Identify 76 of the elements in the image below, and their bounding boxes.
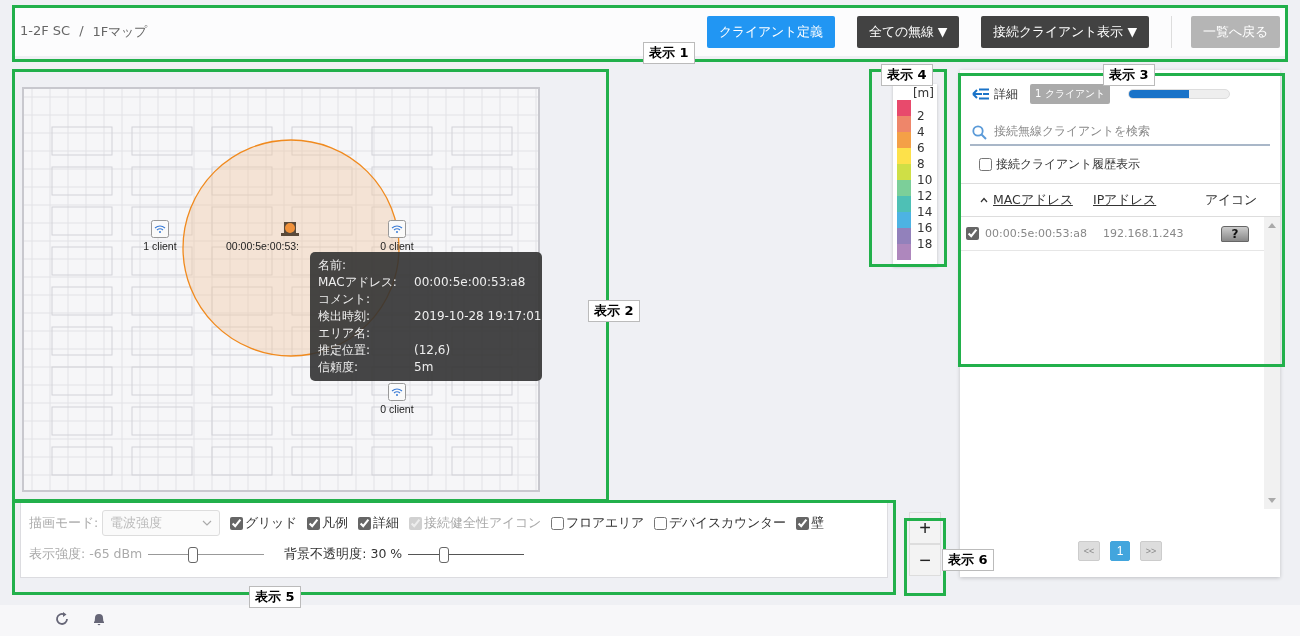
legend-tick: 4 — [917, 124, 926, 140]
legend-tick: 2 — [917, 108, 926, 124]
breadcrumb-separator: / — [79, 23, 84, 40]
legend-tick: 18 — [917, 236, 933, 252]
collapse-arrow-icon — [972, 88, 990, 100]
access-point-icon[interactable] — [151, 220, 169, 238]
tooltip-label: 信頼度: — [318, 359, 360, 376]
breadcrumb-item[interactable]: 1-2F SC — [20, 23, 71, 41]
client-label: 00:00:5e:00:53: — [226, 240, 299, 252]
bell-icon[interactable] — [92, 611, 106, 627]
checkbox[interactable] — [654, 516, 668, 530]
legend-tick: 14 — [917, 204, 933, 220]
checkbox[interactable] — [230, 516, 244, 530]
slider-label: 背景不透明度: 30 % — [284, 546, 403, 563]
tooltip-value: (12,6) — [414, 342, 451, 359]
tooltip-label: 名前: — [318, 257, 348, 274]
annotation-label: 表示 1 — [643, 42, 695, 64]
access-point-icon[interactable] — [388, 220, 406, 238]
checkbox-label: フロアエリア — [566, 514, 645, 532]
legend-tick: 16 — [917, 220, 933, 236]
checkbox[interactable] — [551, 516, 565, 530]
refresh-icon[interactable] — [54, 611, 70, 627]
checkbox-label: 凡例 — [322, 514, 349, 532]
column-header[interactable]: MACアドレス — [993, 191, 1073, 209]
zoom-button[interactable]: − — [909, 544, 941, 576]
sort-caret-icon — [980, 197, 988, 203]
draw-mode-label: 描画モード: — [29, 514, 99, 532]
legend-tick: 12 — [917, 188, 933, 204]
checkbox-label: デバイスカウンター — [669, 514, 787, 532]
access-point-icon[interactable] — [388, 383, 406, 401]
checkbox-label: 詳細 — [373, 514, 400, 532]
table-cell-text: 192.168.1.243 — [1103, 227, 1185, 240]
slider-thumb[interactable] — [439, 546, 449, 563]
slider[interactable] — [408, 546, 525, 563]
tooltip-label: MACアドレス: — [318, 274, 398, 291]
search-field[interactable]: 接続無線クライアントを検索 — [970, 118, 1270, 146]
row-checkbox[interactable] — [966, 227, 979, 240]
tooltip-value: 5m — [414, 359, 434, 376]
access-point-label: 1 client — [142, 240, 178, 252]
unknown-device-icon: ? — [1221, 225, 1249, 242]
tooltip-label: エリア名: — [318, 325, 372, 342]
column-header[interactable]: IPアドレス — [1093, 191, 1157, 209]
column-header: アイコン — [1205, 191, 1257, 209]
legend-unit: [m] — [912, 86, 934, 100]
laptop-icon[interactable] — [281, 220, 299, 238]
toolbar-button[interactable]: クライアント定義 — [706, 16, 835, 48]
annotation-label: 表示 4 — [881, 64, 933, 86]
toolbar-button[interactable]: 全ての無線 ▼ — [856, 16, 960, 48]
toolbar-button[interactable]: 接続クライアント表示 ▼ — [981, 16, 1149, 48]
checkbox-label: 接続健全性アイコン — [424, 514, 542, 532]
client-count-badge: 1 クライアント — [1030, 84, 1110, 104]
checkbox[interactable] — [979, 158, 992, 171]
access-point-label: 0 client — [379, 403, 415, 415]
checkbox-label: グリッド — [245, 514, 298, 532]
details-toggle[interactable]: 詳細 — [972, 85, 1018, 103]
tooltip-value: 00:00:5e:00:53:a8 — [414, 274, 526, 291]
checkbox-label: 接続クライアント履歴表示 — [996, 156, 1140, 173]
legend-tick: 8 — [917, 156, 926, 172]
slider-label: 表示強度: -65 dBm — [29, 546, 143, 563]
checkbox[interactable] — [307, 516, 321, 530]
checkbox-label: 壁 — [811, 514, 825, 532]
checkbox[interactable] — [796, 516, 810, 530]
tooltip-label: 検出時刻: — [318, 308, 372, 325]
legend-tick: 6 — [917, 140, 926, 156]
annotation-label: 表示 2 — [588, 300, 640, 322]
annotation-label: 表示 6 — [942, 549, 994, 571]
search-icon — [972, 125, 987, 140]
tooltip-label: コメント: — [318, 291, 372, 308]
tooltip-label: 推定位置: — [318, 342, 372, 359]
checkbox[interactable] — [358, 516, 372, 530]
annotation-label: 表示 3 — [1103, 64, 1155, 86]
tooltip-value: 2019-10-28 19:17:01 — [414, 308, 542, 325]
legend-tick: 10 — [917, 172, 933, 188]
annotation-label: 表示 5 — [249, 586, 301, 608]
table-cell-text: 00:00:5e:00:53:a8 — [985, 227, 1089, 240]
breadcrumb-item[interactable]: 1Fマップ — [92, 23, 148, 41]
